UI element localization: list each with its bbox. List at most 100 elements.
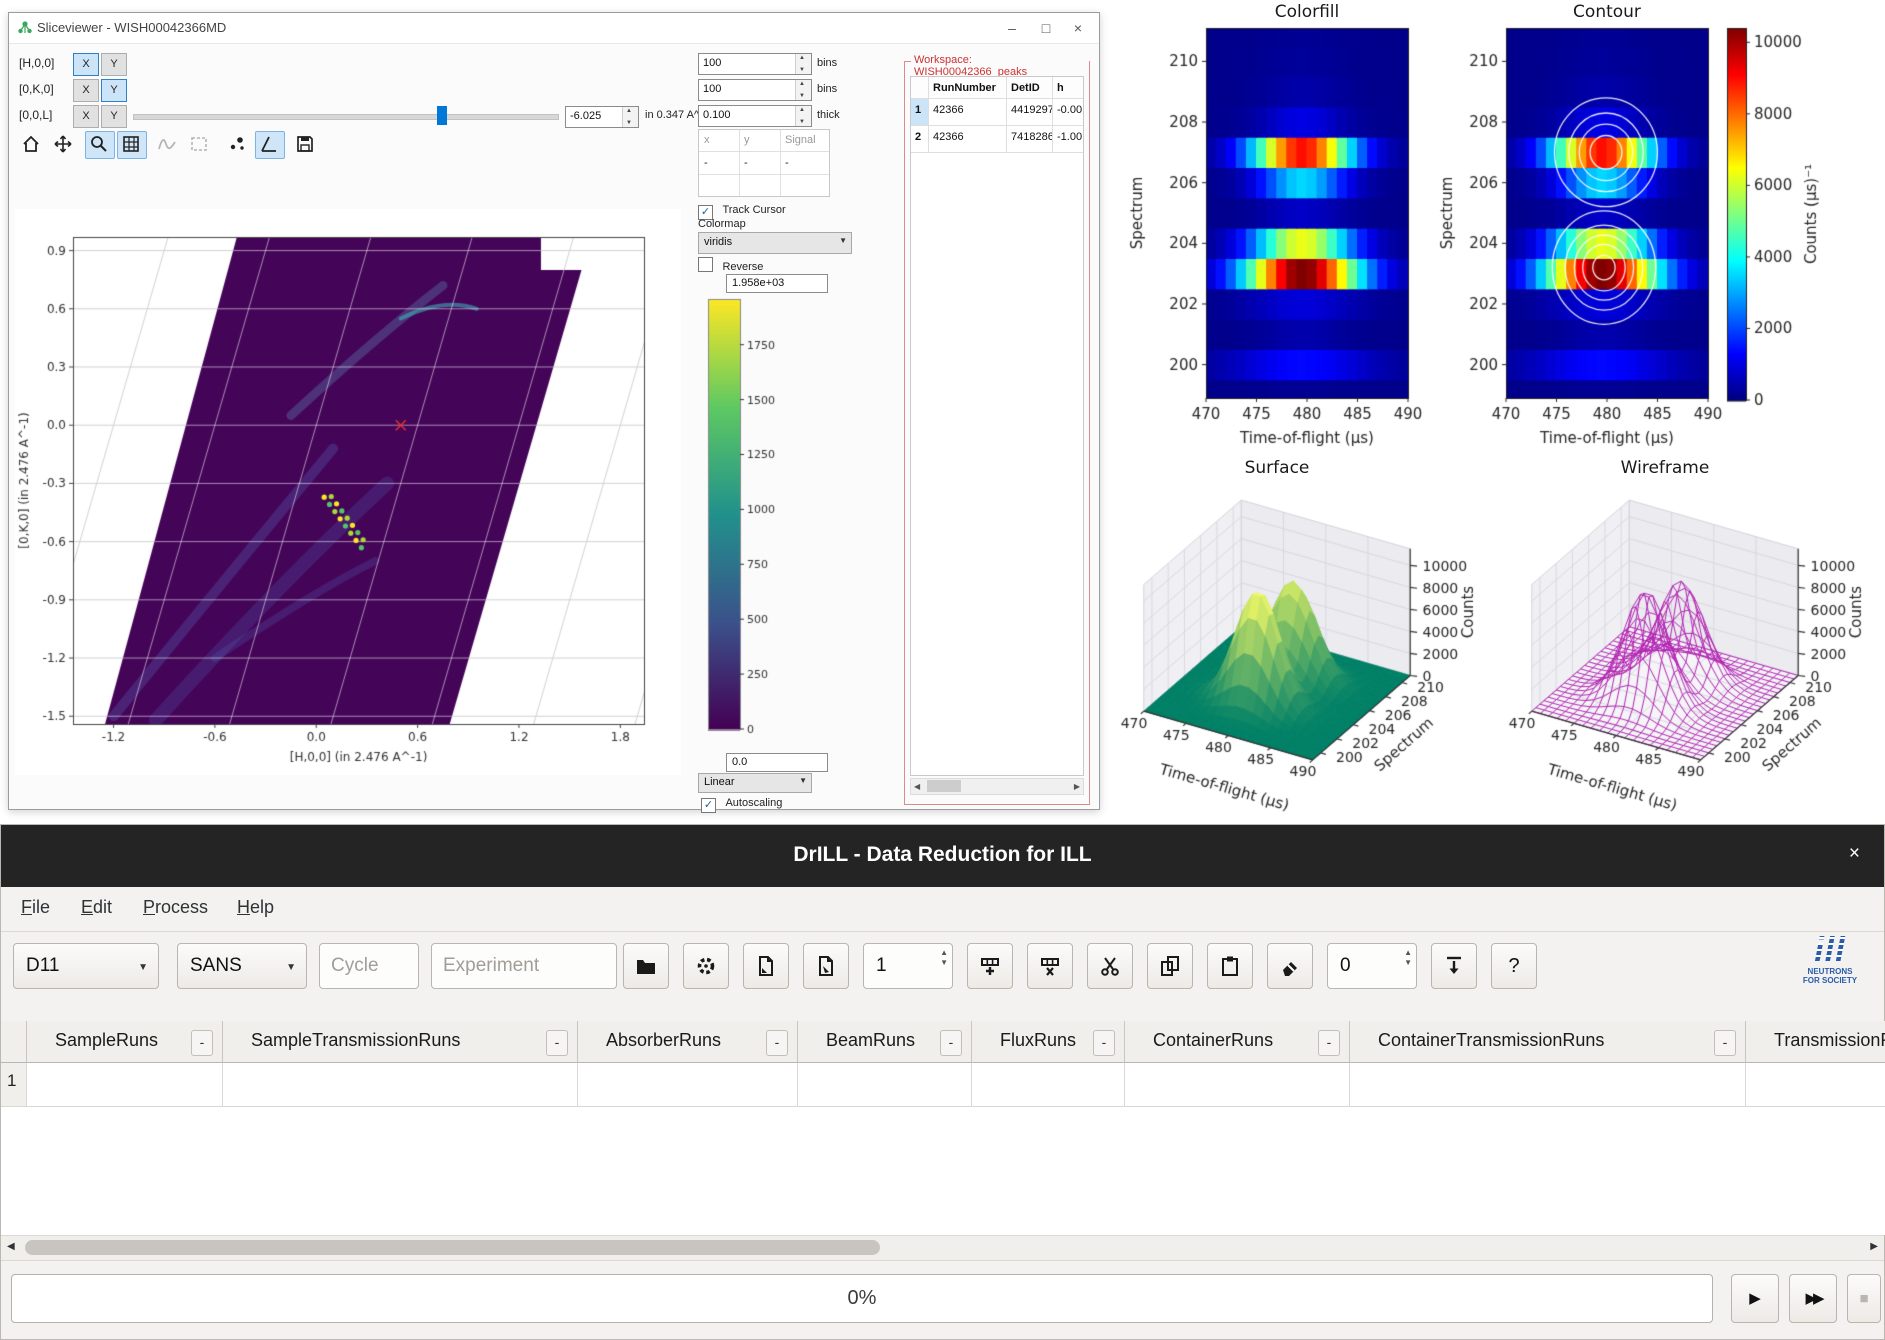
open-rundex-button[interactable] — [623, 943, 669, 989]
technique-select[interactable]: SANS▼ — [177, 943, 307, 989]
hide-column-button[interactable]: - — [546, 1030, 568, 1056]
drill-table-empty-area[interactable] — [1, 1107, 1885, 1235]
dim-k-y-toggle[interactable]: Y — [101, 79, 127, 102]
clim-min-input[interactable]: 0.0 — [726, 753, 828, 772]
peaks-column-header[interactable]: DetID — [1007, 77, 1053, 99]
grid-tool-button[interactable] — [117, 131, 147, 159]
table-cell-TransmissionRuns[interactable] — [1746, 1063, 1885, 1107]
menu-edit[interactable]: Edit — [75, 895, 118, 920]
scale-select[interactable]: Linear▼ — [698, 773, 812, 793]
peaks-cell[interactable]: 4419297 — [1007, 99, 1053, 126]
hide-column-button[interactable]: - — [1714, 1030, 1736, 1056]
experiment-input[interactable]: Experiment — [431, 943, 617, 989]
dim-k-x-toggle[interactable]: X — [73, 79, 99, 102]
table-cell-ContainerTransmissionRuns[interactable] — [1350, 1063, 1746, 1107]
peaks-cell[interactable]: 7418286 — [1007, 126, 1053, 153]
cycle-input[interactable]: Cycle — [319, 943, 419, 989]
save-rundex-as-button[interactable] — [803, 943, 849, 989]
column-header-TransmissionRuns[interactable]: TransmissionRuns- — [1746, 1021, 1885, 1063]
column-header-AbsorberRuns[interactable]: AbsorberRuns- — [578, 1021, 798, 1063]
paste-button[interactable] — [1207, 943, 1253, 989]
slice-slider-track[interactable] — [133, 114, 559, 120]
surface-plot — [1105, 462, 1495, 820]
drill-titlebar[interactable]: DrILL - Data Reduction for ILL × — [1, 825, 1884, 887]
dim-h-x-toggle[interactable]: X — [73, 53, 99, 76]
slice-position-spinbox[interactable]: -6.025 ▲▼ — [565, 106, 639, 128]
peaks-column-header[interactable]: RunNumber — [929, 77, 1007, 99]
hide-column-button[interactable]: - — [1093, 1030, 1115, 1056]
dim-l-x-toggle[interactable]: X — [73, 105, 99, 128]
thickness-spinbox[interactable]: 0.100▲▼ — [698, 105, 812, 127]
maximize-button[interactable]: □ — [1031, 17, 1061, 39]
column-header-FluxRuns[interactable]: FluxRuns- — [972, 1021, 1125, 1063]
add-row-button[interactable] — [967, 943, 1013, 989]
fill-down-button[interactable] — [1431, 943, 1477, 989]
table-cell-ContainerRuns[interactable] — [1125, 1063, 1350, 1107]
pan-tool-button[interactable] — [49, 131, 79, 159]
y-bins-spinbox[interactable]: 100▲▼ — [698, 79, 812, 101]
save-tool-button[interactable] — [291, 131, 321, 159]
hide-column-button[interactable]: - — [940, 1030, 962, 1056]
minimize-button[interactable]: – — [997, 17, 1027, 39]
sliceviewer-titlebar[interactable]: Sliceviewer - WISH00042366MD – □ × — [9, 13, 1099, 44]
home-tool-button[interactable] — [17, 131, 47, 159]
drill-hscrollbar[interactable]: ◀▶ — [1, 1235, 1884, 1261]
peaks-column-header[interactable]: h — [1053, 77, 1084, 99]
peaks-cell[interactable]: -0.00 — [1053, 99, 1084, 126]
reverse-checkbox[interactable] — [698, 257, 713, 272]
column-header-ContainerTransmissionRuns[interactable]: ContainerTransmissionRuns- — [1350, 1021, 1746, 1063]
stop-button[interactable]: ■ — [1847, 1274, 1881, 1323]
peaks-cell[interactable]: -1.00 — [1053, 126, 1084, 153]
hide-column-button[interactable]: - — [1318, 1030, 1340, 1056]
peaks-cell[interactable]: 42366 — [929, 99, 1007, 126]
hide-column-button[interactable]: - — [191, 1030, 213, 1056]
table-cell-FluxRuns[interactable] — [972, 1063, 1125, 1107]
erase-row-button[interactable] — [1267, 943, 1313, 989]
slice-slider-handle[interactable] — [437, 106, 447, 125]
dim-label: [0,K,0] — [19, 82, 54, 96]
copy-button[interactable] — [1147, 943, 1193, 989]
settings-button[interactable] — [683, 943, 729, 989]
column-header-SampleTransmissionRuns[interactable]: SampleTransmissionRuns- — [223, 1021, 578, 1063]
table-cell-AbsorberRuns[interactable] — [578, 1063, 798, 1107]
hide-column-button[interactable]: - — [766, 1030, 788, 1056]
dim-h-y-toggle[interactable]: Y — [101, 53, 127, 76]
save-rundex-button[interactable] — [743, 943, 789, 989]
peaks-overlay-tool-button[interactable] — [223, 131, 253, 159]
rows-spinbox[interactable]: 1 ▲▼ — [863, 943, 953, 989]
column-header-ContainerRuns[interactable]: ContainerRuns- — [1125, 1021, 1350, 1063]
peaks-column-header[interactable] — [911, 77, 929, 99]
ref-row-spinbox[interactable]: 0 ▲▼ — [1327, 943, 1417, 989]
menu-help[interactable]: Help — [231, 895, 280, 920]
dim-l-y-toggle[interactable]: Y — [101, 105, 127, 128]
table-cell-SampleTransmissionRuns[interactable] — [223, 1063, 578, 1107]
menu-file[interactable]: File — [15, 895, 56, 920]
colormap-select[interactable]: viridis▼ — [698, 232, 852, 254]
process-all-button[interactable]: ▶▶ — [1789, 1274, 1837, 1323]
delete-row-button[interactable] — [1027, 943, 1073, 989]
table-cell-SampleRuns[interactable] — [27, 1063, 223, 1107]
peaks-table-hscrollbar[interactable]: ◀▶ — [910, 778, 1084, 795]
table-cell-BeamRuns[interactable] — [798, 1063, 972, 1107]
drill-table-row[interactable]: 1 — [1, 1063, 1885, 1107]
instrument-select[interactable]: D11▼ — [13, 943, 159, 989]
slice-plot-canvas[interactable] — [15, 209, 681, 775]
process-button[interactable]: ▶ — [1731, 1274, 1779, 1323]
peaks-table[interactable]: RunNumberDetIDh 1423664419297-0.00 2423667… — [910, 76, 1084, 776]
x-bins-spinbox[interactable]: 100▲▼ — [698, 53, 812, 75]
peaks-row-number[interactable]: 1 — [911, 99, 929, 126]
region-icon — [189, 134, 209, 154]
peaks-row-number[interactable]: 2 — [911, 126, 929, 153]
scrollbar-thumb[interactable] — [25, 1240, 880, 1255]
drill-close-button[interactable]: × — [1849, 843, 1860, 865]
peaks-cell[interactable]: 42366 — [929, 126, 1007, 153]
zoom-tool-button[interactable] — [85, 131, 115, 159]
column-header-SampleRuns[interactable]: SampleRuns- — [27, 1021, 223, 1063]
cut-button[interactable] — [1087, 943, 1133, 989]
nonorthogonal-axes-tool-button[interactable] — [255, 131, 285, 159]
column-header-BeamRuns[interactable]: BeamRuns- — [798, 1021, 972, 1063]
autoscaling-checkbox[interactable] — [701, 798, 716, 813]
help-button[interactable]: ? — [1491, 943, 1537, 989]
close-button[interactable]: × — [1063, 17, 1093, 39]
menu-process[interactable]: Process — [137, 895, 214, 920]
